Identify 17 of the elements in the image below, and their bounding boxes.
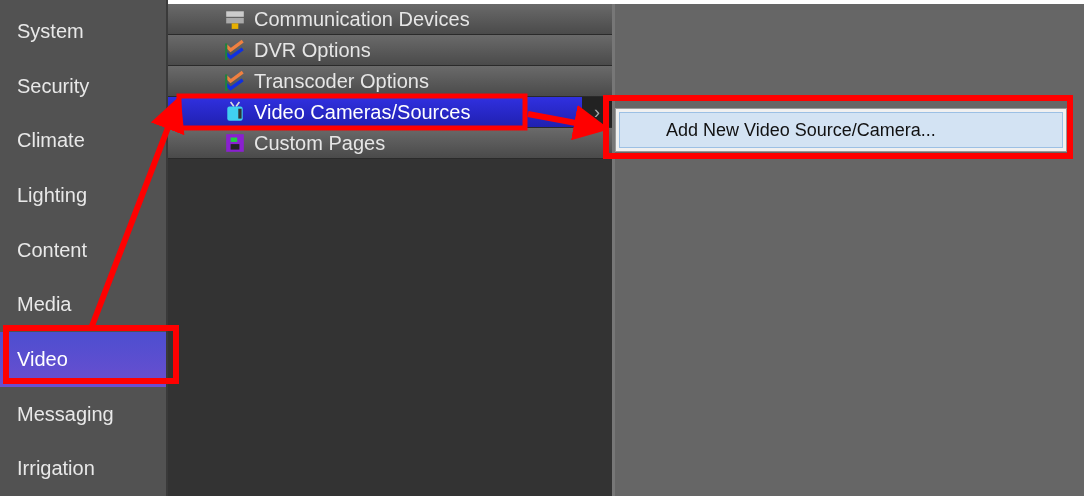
sidebar-item[interactable]: Content bbox=[0, 222, 166, 278]
sidebar-item[interactable]: System bbox=[0, 4, 166, 59]
sidebar-item[interactable]: Messaging bbox=[0, 386, 166, 442]
checkmarks-icon bbox=[224, 39, 246, 61]
sidebar-item[interactable]: Security bbox=[0, 58, 166, 114]
pages-icon bbox=[224, 132, 246, 154]
sidebar-item[interactable]: Media bbox=[0, 277, 166, 333]
context-menu-item[interactable]: Add New Video Source/Camera... bbox=[619, 112, 1063, 148]
menu-item[interactable]: Transcoder Options bbox=[168, 66, 612, 97]
checkmarks-icon bbox=[224, 70, 246, 92]
menu-item[interactable]: Communication Devices bbox=[168, 4, 612, 35]
tv-icon bbox=[224, 101, 246, 123]
server-icon bbox=[224, 8, 246, 30]
menu-item[interactable]: DVR Options bbox=[168, 35, 612, 66]
sidebar-item[interactable]: Climate bbox=[0, 113, 166, 168]
sidebar-item[interactable]: Irrigation bbox=[0, 441, 166, 496]
sidebar-item[interactable]: Lighting bbox=[0, 168, 166, 223]
